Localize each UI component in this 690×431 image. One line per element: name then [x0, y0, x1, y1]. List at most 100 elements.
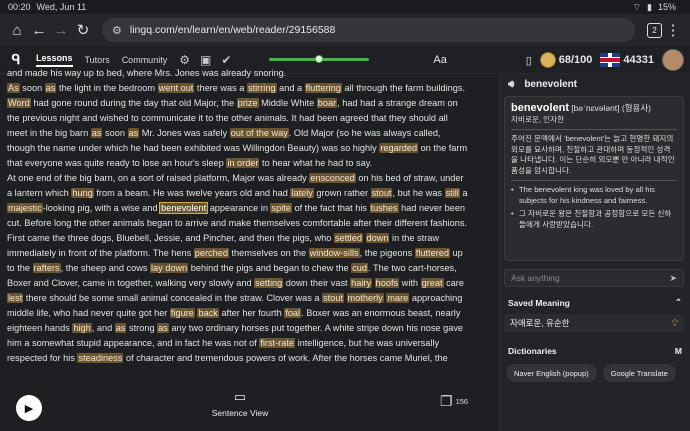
- lingq-word[interactable]: motherly: [346, 293, 384, 303]
- lingq-word[interactable]: majestic: [7, 203, 43, 213]
- check-icon[interactable]: ✔: [221, 53, 231, 67]
- tab-count-button[interactable]: 2: [647, 22, 662, 38]
- speaker-icon[interactable]: 🔊︎: [508, 79, 514, 90]
- flashcards-button[interactable]: ❐ 156: [440, 393, 468, 410]
- text-segment[interactable]: , but he was: [392, 188, 444, 198]
- sentence-view-button[interactable]: ▭ Sentence View: [210, 389, 270, 418]
- lingq-word[interactable]: went out: [157, 83, 195, 93]
- text-segment[interactable]: to hear what he had to say.: [259, 158, 372, 168]
- chevron-up-icon[interactable]: ⌃: [675, 297, 682, 308]
- text-segment[interactable]: all through the farm buildings.: [342, 83, 465, 93]
- text-segment[interactable]: and made his way up to bed, where Mrs. J…: [7, 68, 286, 78]
- lingq-word[interactable]: cud: [351, 263, 369, 273]
- text-segment[interactable]: -looking pig, with a wise and: [43, 203, 160, 213]
- text-segment[interactable]: soon: [102, 128, 127, 138]
- lingq-word[interactable]: regarded: [379, 143, 419, 153]
- text-segment[interactable]: appearance in: [207, 203, 270, 213]
- text-segment[interactable]: , the sheep and cows: [61, 263, 150, 273]
- lingq-word[interactable]: figure: [169, 308, 195, 318]
- lingq-word[interactable]: as: [90, 128, 103, 138]
- lingq-word[interactable]: stout: [322, 293, 344, 303]
- dict-naver-button[interactable]: Naver English (popup): [506, 364, 597, 382]
- avatar[interactable]: [662, 49, 684, 71]
- send-icon[interactable]: ➤: [669, 273, 677, 284]
- text-size-button[interactable]: Aa: [433, 54, 446, 66]
- lingq-word[interactable]: great: [420, 278, 444, 288]
- nav-tutors[interactable]: Tutors: [85, 55, 110, 65]
- lingq-word[interactable]: Word: [7, 98, 31, 108]
- lingq-word[interactable]: lay down: [149, 263, 189, 273]
- lingq-word[interactable]: settled: [333, 233, 363, 243]
- text-segment[interactable]: At one end of the big barn, on a sort of…: [7, 173, 309, 183]
- text-segment[interactable]: after her fourth: [219, 308, 284, 318]
- lingq-word[interactable]: still: [444, 188, 460, 198]
- forward-icon[interactable]: →: [50, 19, 72, 41]
- dict-google-button[interactable]: Google Translate: [602, 364, 676, 382]
- text-segment[interactable]: down their vast: [283, 278, 350, 288]
- lingq-word[interactable]: down: [365, 233, 390, 243]
- ask-input[interactable]: Ask anything ➤: [504, 269, 684, 287]
- lingq-word[interactable]: in order: [226, 158, 260, 168]
- lingq-word[interactable]: window-sills: [308, 248, 360, 258]
- text-segment[interactable]: , and: [92, 323, 115, 333]
- nav-lessons[interactable]: Lessons: [36, 53, 73, 67]
- address-bar[interactable]: ⚙ lingq.com/en/learn/en/web/reader/29156…: [102, 18, 635, 42]
- text-segment[interactable]: the light in the bedroom: [56, 83, 157, 93]
- progress-knob[interactable]: [315, 55, 324, 63]
- lesson-progress-slider[interactable]: [269, 55, 370, 63]
- lingq-word[interactable]: out of the way: [229, 128, 289, 138]
- text-segment[interactable]: Mr. Jones was safely: [139, 128, 229, 138]
- lingq-word[interactable]: stirring: [246, 83, 277, 93]
- lingq-word[interactable]: steadiness: [77, 353, 124, 363]
- lingq-word[interactable]: foal: [284, 308, 302, 318]
- site-settings-icon[interactable]: ⚙: [112, 24, 122, 37]
- lingq-word[interactable]: lest: [7, 293, 24, 303]
- text-segment[interactable]: with: [399, 278, 420, 288]
- lingq-word[interactable]: as: [127, 128, 140, 138]
- more-menu-icon[interactable]: ⋮: [662, 19, 684, 41]
- lingq-word[interactable]: spite: [270, 203, 292, 213]
- text-segment[interactable]: grown rather: [314, 188, 371, 198]
- sidebar-toggle-icon[interactable]: ▯: [526, 54, 532, 67]
- lingq-word[interactable]: stout: [370, 188, 393, 198]
- text-segment[interactable]: had gone round during the day that old M…: [31, 98, 237, 108]
- lingq-word[interactable]: as: [157, 323, 169, 333]
- play-audio-button[interactable]: ▶: [16, 395, 42, 421]
- lightbulb-icon[interactable]: 💡︎: [672, 318, 678, 329]
- gear-icon[interactable]: ⚙: [179, 53, 190, 67]
- lingq-word[interactable]: lately: [290, 188, 314, 198]
- save-icon[interactable]: ▣: [200, 53, 211, 67]
- lingq-word[interactable]: tushes: [369, 203, 399, 213]
- lingq-word[interactable]: fluttering: [304, 83, 342, 93]
- saved-meaning-item[interactable]: 자애로운, 유순한 💡︎: [504, 314, 684, 332]
- lingq-word[interactable]: fluttered: [414, 248, 450, 258]
- lingq-word[interactable]: hairy: [350, 278, 373, 288]
- lingq-word[interactable]: ensconced: [309, 173, 356, 183]
- text-segment[interactable]: themselves on the: [229, 248, 309, 258]
- lingq-word[interactable]: boar: [316, 98, 338, 108]
- selected-word-token[interactable]: benevolent: [159, 202, 209, 214]
- text-segment[interactable]: behind the pigs and began to chew the: [188, 263, 351, 273]
- text-segment[interactable]: , the pigeons: [360, 248, 415, 258]
- text-segment[interactable]: there was a: [194, 83, 247, 93]
- text-segment[interactable]: from a beam. He was twelve years old and…: [94, 188, 291, 198]
- lingq-word[interactable]: prize: [236, 98, 259, 108]
- lingq-word[interactable]: high: [72, 323, 92, 333]
- text-segment[interactable]: soon: [20, 83, 45, 93]
- lingq-word[interactable]: as: [44, 83, 57, 93]
- lingq-word[interactable]: perched: [193, 248, 229, 258]
- lingq-word[interactable]: rafters: [32, 263, 61, 273]
- reload-icon[interactable]: ↻: [72, 19, 94, 41]
- known-words-counter[interactable]: 44331: [600, 53, 654, 67]
- lingq-word[interactable]: hung: [71, 188, 94, 198]
- nav-community[interactable]: Community: [122, 55, 168, 65]
- back-icon[interactable]: ←: [28, 19, 50, 41]
- text-segment[interactable]: there should be some small animal concea…: [23, 293, 322, 303]
- lingq-word[interactable]: setting: [254, 278, 284, 288]
- text-segment[interactable]: care: [444, 278, 464, 288]
- lingq-word[interactable]: As: [7, 83, 20, 93]
- text-segment[interactable]: and a: [277, 83, 305, 93]
- text-segment[interactable]: a: [460, 188, 467, 198]
- lingq-word[interactable]: mare: [386, 293, 410, 303]
- dictionaries-m[interactable]: M: [675, 346, 682, 356]
